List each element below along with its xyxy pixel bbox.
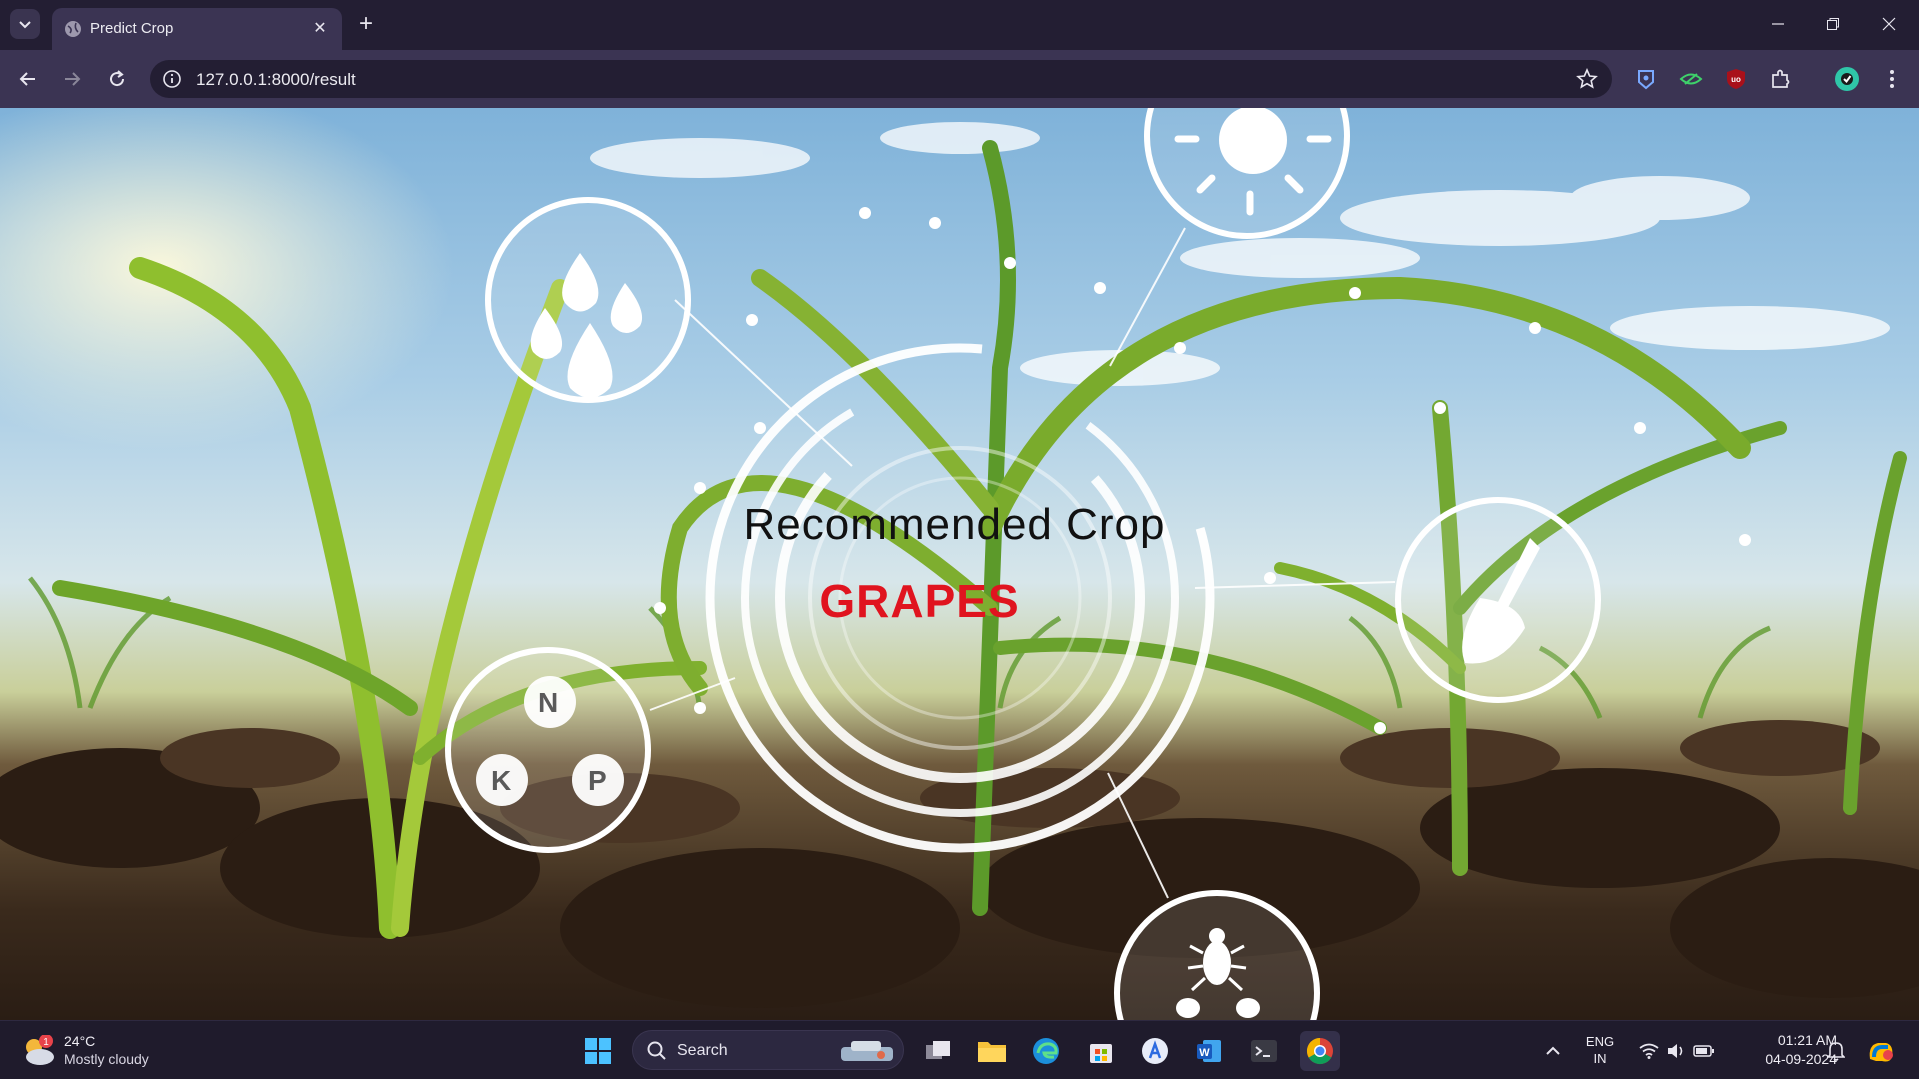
forward-button[interactable] <box>56 63 88 95</box>
address-bar[interactable]: 127.0.0.1:8000/result <box>150 60 1612 98</box>
start-button[interactable] <box>578 1031 618 1071</box>
task-view-icon <box>926 1041 950 1059</box>
new-tab-button[interactable]: + <box>352 10 380 38</box>
close-icon <box>1882 17 1896 31</box>
more-menu-icon[interactable] <box>1878 65 1906 93</box>
restore-button[interactable] <box>1810 8 1856 40</box>
weather-badge: 1 <box>43 1037 49 1048</box>
npk-letter-n: N <box>538 687 559 718</box>
close-window-button[interactable] <box>1866 8 1912 40</box>
arrow-left-icon <box>19 72 35 86</box>
site-info-icon[interactable] <box>162 69 182 89</box>
tab-predict-crop[interactable]: Predict Crop ✕ <box>52 8 342 50</box>
minimize-icon <box>1772 23 1784 25</box>
terminal-icon <box>1251 1040 1277 1062</box>
file-explorer-button[interactable] <box>972 1031 1012 1071</box>
url-text[interactable]: 127.0.0.1:8000/result <box>196 70 356 90</box>
region-code: IN <box>1593 1051 1607 1066</box>
chrome-button[interactable] <box>1300 1031 1340 1071</box>
folder-icon <box>978 1042 1006 1062</box>
browser-toolbar: 127.0.0.1:8000/result uo <box>0 50 1919 108</box>
svg-text:W: W <box>1199 1047 1210 1059</box>
recommended-crop-result: GRAPES <box>0 574 1919 628</box>
wifi-icon <box>1639 1043 1659 1059</box>
windows-taskbar: 1 24°C Mostly cloudy Search W ENG IN 01:… <box>0 1020 1919 1079</box>
close-tab-icon[interactable]: ✕ <box>308 16 332 40</box>
tab-search-button[interactable] <box>10 9 40 39</box>
microsoft-store-button[interactable] <box>1081 1031 1121 1071</box>
reload-icon <box>110 70 125 87</box>
search-label: Search <box>677 1042 728 1059</box>
recommended-crop-heading: Recommended Crop <box>0 500 1919 550</box>
sun-icon <box>1144 108 1350 239</box>
extensions-puzzle-icon[interactable] <box>1767 65 1795 93</box>
windows-logo-icon <box>585 1038 611 1064</box>
battery-icon <box>1693 1045 1714 1057</box>
npk-letter-p: P <box>588 765 607 796</box>
search-icon <box>647 1041 666 1060</box>
svg-text:uo: uo <box>1731 75 1741 84</box>
cloud-icon: 1 <box>26 1035 54 1065</box>
store-icon <box>1090 1044 1112 1063</box>
weather-temperature: 24°C <box>64 1033 96 1049</box>
npk-letter-k: K <box>491 765 512 796</box>
word-icon: W <box>1197 1040 1221 1062</box>
green-eye-extension-icon[interactable] <box>1677 65 1705 93</box>
app-icon <box>1142 1038 1168 1064</box>
water-drops-icon <box>485 197 691 403</box>
minimize-button[interactable] <box>1755 8 1801 40</box>
result-page: N K P Recommended Crop GRAPES <box>0 108 1919 1020</box>
heading-text: Recommended Crop <box>743 500 1166 549</box>
taskbar-search-box[interactable]: Search <box>632 1030 904 1070</box>
show-hidden-icons-button[interactable] <box>1533 1031 1573 1071</box>
language-code: ENG <box>1585 1034 1615 1049</box>
crop-name: GRAPES <box>819 575 1020 627</box>
search-highlight-icon <box>841 1041 893 1061</box>
reload-button[interactable] <box>101 63 133 95</box>
weather-condition: Mostly cloudy <box>64 1051 149 1067</box>
ublock-origin-icon[interactable]: uo <box>1722 65 1750 93</box>
bookmark-star-icon[interactable] <box>1576 68 1598 90</box>
copilot-icon <box>1869 1043 1893 1062</box>
farm-background-image <box>0 108 1919 1020</box>
edge-icon <box>1033 1038 1059 1064</box>
volume-icon <box>1668 1044 1683 1058</box>
task-view-button[interactable] <box>918 1031 958 1071</box>
terminal-button[interactable] <box>1244 1031 1284 1071</box>
chevron-up-icon <box>1546 1046 1560 1055</box>
chevron-down-icon <box>19 21 31 29</box>
bell-icon <box>1827 1042 1845 1061</box>
tab-bar: Predict Crop ✕ + <box>0 0 1919 50</box>
back-button[interactable] <box>12 63 44 95</box>
notifications-button[interactable] <box>1816 1031 1856 1071</box>
restore-icon <box>1827 18 1839 30</box>
word-button[interactable]: W <box>1189 1031 1229 1071</box>
language-indicator[interactable]: ENG IN <box>1584 1033 1616 1067</box>
quick-settings-button[interactable] <box>1632 1031 1722 1071</box>
chrome-icon <box>1306 1037 1333 1065</box>
tab-title: Predict Crop <box>90 20 174 37</box>
globe-icon <box>65 21 81 37</box>
app-store-button[interactable] <box>1135 1031 1175 1071</box>
weather-widget[interactable]: 1 24°C Mostly cloudy <box>20 1029 180 1073</box>
arrow-right-icon <box>65 72 81 86</box>
profile-avatar-icon[interactable] <box>1833 65 1861 93</box>
copilot-button[interactable] <box>1861 1031 1901 1071</box>
edge-browser-button[interactable] <box>1026 1031 1066 1071</box>
npk-nutrients-icon <box>445 647 651 853</box>
password-manager-extension-icon[interactable] <box>1632 65 1660 93</box>
